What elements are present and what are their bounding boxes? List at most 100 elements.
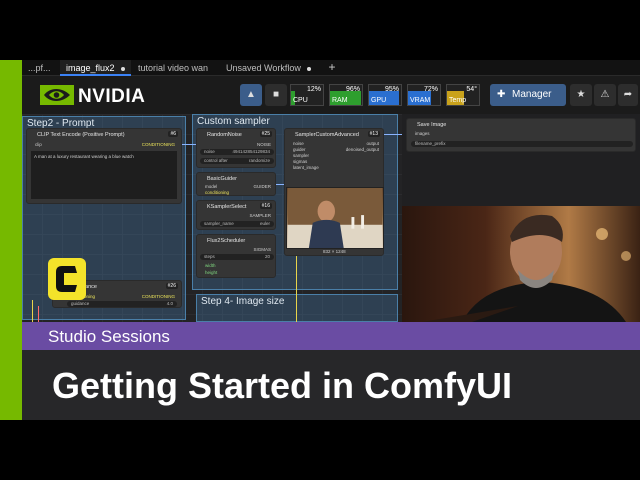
steps-widget[interactable]: steps 20 xyxy=(200,254,274,260)
widget-value: euler xyxy=(259,221,270,226)
brand-name: NVIDIA xyxy=(78,86,146,107)
new-tab-plus-icon[interactable]: + xyxy=(324,60,340,76)
output-port[interactable]: output xyxy=(366,141,379,146)
group-title: Step 4- Image size xyxy=(201,296,285,307)
denoised-output-port[interactable]: denoised_output xyxy=(346,147,379,152)
noise-input-port[interactable]: noise xyxy=(293,141,304,146)
stop-icon[interactable]: ■ xyxy=(265,84,287,106)
tab-label: tutorial video wan xyxy=(138,63,209,73)
width-input-port[interactable]: width xyxy=(205,263,216,268)
cpu-value: 12% xyxy=(306,86,321,93)
guider-output-port[interactable]: GUIDER xyxy=(253,184,271,189)
node-id-badge: #13 xyxy=(367,131,380,137)
model-input-port[interactable]: model xyxy=(205,184,217,189)
vram-label: VRAM xyxy=(410,97,431,104)
tab-label: Unsaved Workflow xyxy=(226,63,301,73)
cpu-monitor: 12% CPU xyxy=(290,84,324,106)
vram-monitor: 72% VRAM xyxy=(407,84,441,106)
wire xyxy=(32,300,33,322)
node-id-badge: #25 xyxy=(259,131,272,137)
video-title: Getting Started in ComfyUI xyxy=(52,365,513,406)
node-title: CLIP Text Encode (Positive Prompt) xyxy=(37,132,125,138)
widget-value: 494142854129834 xyxy=(232,149,270,154)
gpu-label: GPU xyxy=(371,97,387,104)
basic-guider-node[interactable]: BasicGuider model conditioning GUIDER xyxy=(196,172,276,196)
series-label: Studio Sessions xyxy=(48,327,170,346)
puzzle-icon: ✚ xyxy=(497,89,506,100)
widget-label: control after xyxy=(204,158,228,163)
wire xyxy=(38,306,39,322)
unsaved-dot-icon xyxy=(306,66,311,71)
workflow-tabbar: ...pf... image_flux2 tutorial video wan … xyxy=(22,60,640,76)
star-icon[interactable]: ★ xyxy=(570,84,592,106)
wire xyxy=(276,184,284,185)
latent-image-input-port[interactable]: latent_image xyxy=(293,165,319,170)
sampler-name-widget[interactable]: sampler_name euler xyxy=(200,221,274,227)
widget-label: steps xyxy=(204,254,215,259)
save-image-node[interactable]: Save Image images filename_prefix xyxy=(406,118,636,152)
prompt-textarea[interactable]: A man at a luxury restaurant wearing a b… xyxy=(31,151,177,199)
group-step4-image-size[interactable]: Step 4- Image size xyxy=(196,294,398,322)
widget-label: sampler_name xyxy=(204,221,234,226)
node-title: Save Image xyxy=(417,122,447,128)
clip-text-encode-node[interactable]: CLIP Text Encode (Positive Prompt) #6 cl… xyxy=(26,128,182,204)
widget-value: 20 xyxy=(264,254,270,259)
node-id-badge: #6 xyxy=(168,131,178,137)
temp-monitor: 54° Temp xyxy=(446,84,480,106)
widget-label: guidance xyxy=(71,301,90,306)
widget-value: 4.0 xyxy=(166,301,173,306)
save-image-panel[interactable]: Save Image images filename_prefix xyxy=(402,114,640,206)
images-input-port[interactable]: images xyxy=(415,131,430,136)
conditioning-input-port[interactable]: conditioning xyxy=(205,190,229,195)
manager-label: Manager xyxy=(512,89,552,100)
height-input-port[interactable]: height xyxy=(205,270,217,275)
ksampler-select-node[interactable]: KSamplerSelect #16 SAMPLER sampler_name e… xyxy=(196,200,276,230)
conditioning-output-port[interactable]: CONDITIONING xyxy=(142,294,175,299)
share-icon[interactable]: ➦ xyxy=(618,84,638,106)
sigmas-input-port[interactable]: sigmas xyxy=(293,159,307,164)
tab-image-flux2[interactable]: image_flux2 xyxy=(60,60,131,76)
temp-label: Temp xyxy=(449,97,467,104)
clip-input-port[interactable]: clip xyxy=(35,142,42,147)
conditioning-output-port[interactable]: CONDITIONING xyxy=(142,142,175,147)
noise-output-port[interactable]: NOISE xyxy=(257,142,271,147)
wire xyxy=(384,134,402,135)
tab-tutorial-video-wan[interactable]: tutorial video wan xyxy=(132,60,214,76)
flux2-scheduler-node[interactable]: Flux2Scheduler SIGMAS steps 20 width heig… xyxy=(196,234,276,278)
output-portrait-image xyxy=(402,206,640,322)
node-title: KSamplerSelect xyxy=(207,204,247,210)
manager-button[interactable]: ✚ Manager xyxy=(490,84,566,106)
video-frame: ...pf... image_flux2 tutorial video wan … xyxy=(0,60,640,420)
sampler-input-port[interactable]: sampler xyxy=(293,153,309,158)
tab-label: image_flux2 xyxy=(66,63,115,73)
node-title: RandomNoise xyxy=(207,132,242,138)
noise-seed-widget[interactable]: noise 494142854129834 xyxy=(200,149,274,155)
gpu-monitor: 95% GPU xyxy=(368,84,402,106)
gpu-value: 95% xyxy=(384,86,399,93)
sigmas-output-port[interactable]: SIGMAS xyxy=(253,247,271,252)
widget-label: filename_prefix xyxy=(415,141,446,146)
comfyui-logo-icon xyxy=(48,258,86,300)
warning-icon[interactable]: ⚠ xyxy=(594,84,616,106)
guidance-widget[interactable]: guidance 4.0 xyxy=(67,301,177,307)
node-title: Flux2Scheduler xyxy=(207,238,246,244)
ram-monitor: 96% RAM xyxy=(329,84,363,106)
wire xyxy=(182,144,196,145)
random-noise-node[interactable]: RandomNoise #25 NOISE noise 4941428541298… xyxy=(196,128,276,168)
brand-accent-bar xyxy=(0,60,22,420)
cpu-label: CPU xyxy=(293,97,308,104)
sampler-output-port[interactable]: SAMPLER xyxy=(249,213,271,218)
generated-preview-image xyxy=(286,187,384,249)
pyramid-icon[interactable]: ▲ xyxy=(240,84,262,106)
tab-partial[interactable]: ...pf... xyxy=(22,60,60,76)
top-toolbar: NVIDIA ▲ ■ 12% CPU 96% RAM 95% GPU 72% V… xyxy=(22,76,640,114)
ram-label: RAM xyxy=(332,97,348,104)
ram-value: 96% xyxy=(345,86,360,93)
tab-unsaved-workflow[interactable]: Unsaved Workflow xyxy=(220,60,317,76)
guider-input-port[interactable]: guider xyxy=(293,147,306,152)
wire xyxy=(296,256,297,322)
temp-value: 54° xyxy=(466,86,477,93)
unsaved-dot-icon xyxy=(120,66,125,71)
filename-prefix-widget[interactable]: filename_prefix xyxy=(411,141,633,147)
control-after-widget[interactable]: control after randomize xyxy=(200,158,274,164)
